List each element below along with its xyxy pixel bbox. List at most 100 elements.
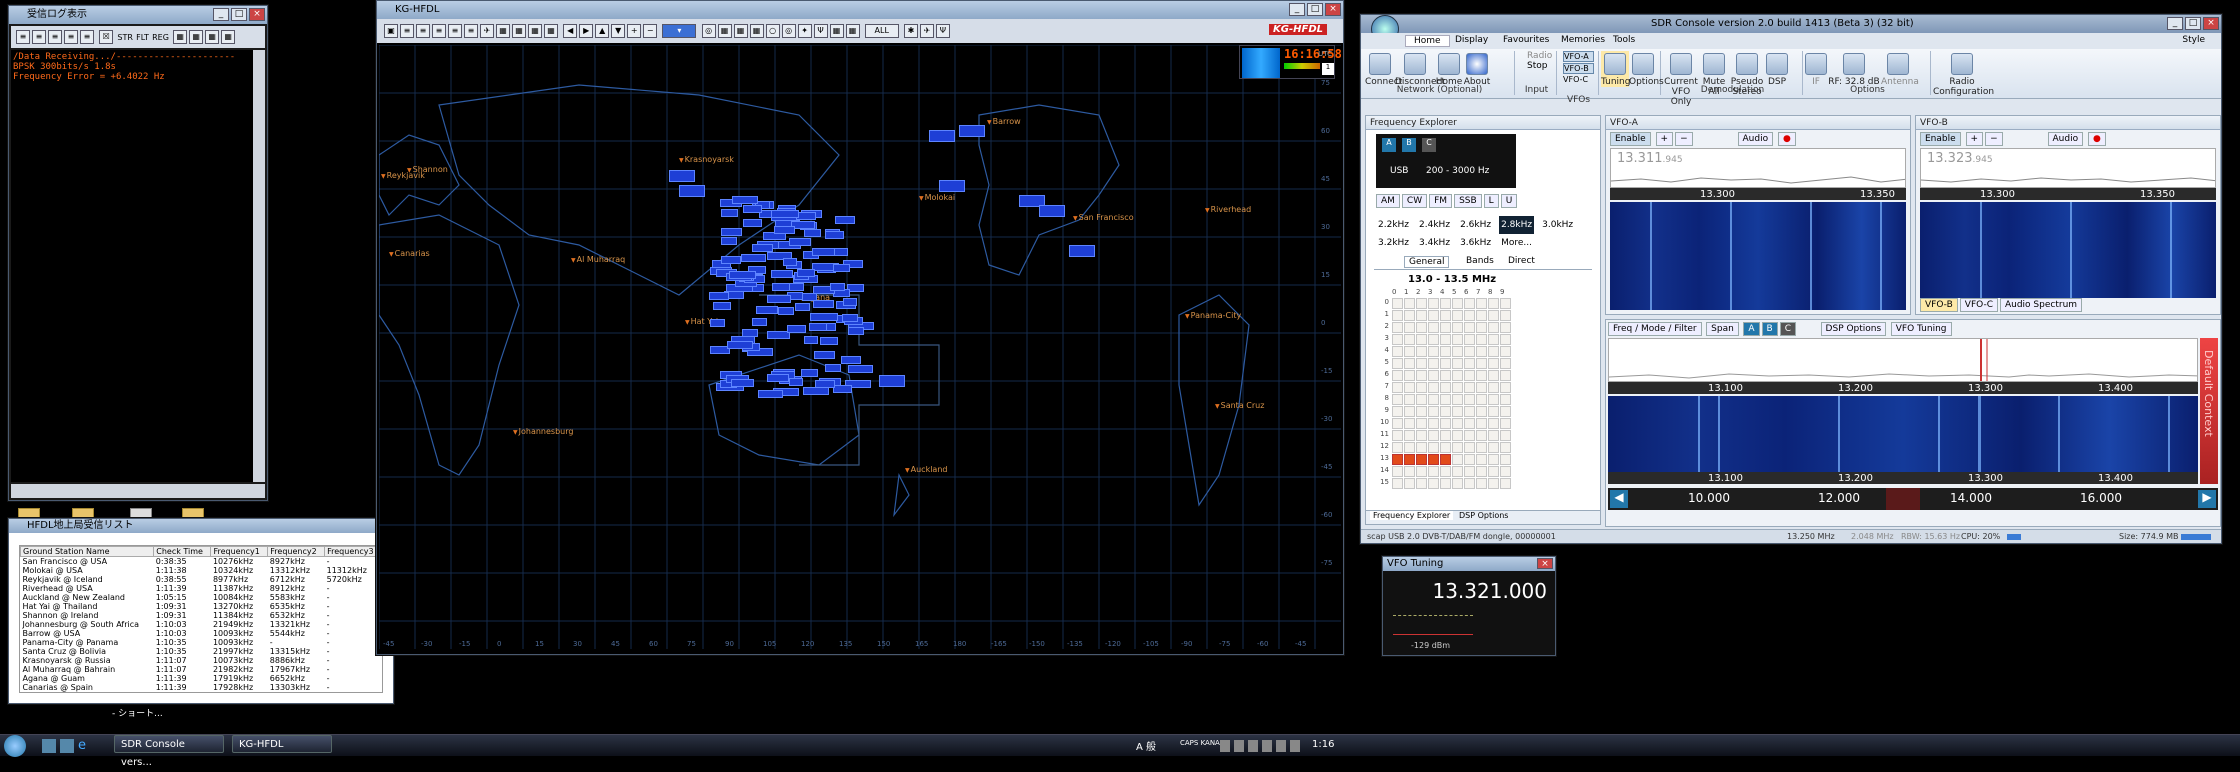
grid-cell[interactable] (1416, 334, 1427, 345)
filter-button[interactable]: 2.2kHz (1376, 216, 1411, 234)
check-icon[interactable]: ☒ (99, 30, 113, 44)
quicklaunch-icon[interactable] (60, 739, 74, 753)
zoom-out-icon[interactable]: − (643, 24, 657, 38)
list-icon[interactable]: ≡ (416, 24, 430, 38)
grid-cell[interactable] (1428, 442, 1439, 453)
aircraft-marker[interactable] (767, 295, 791, 303)
table-row[interactable]: Santa Cruz @ Bolivia1:10:3521997kHz13315… (21, 647, 382, 656)
grid-cell[interactable] (1416, 394, 1427, 405)
aircraft-marker[interactable] (843, 298, 857, 306)
rf-gain-button[interactable]: RF: 32.8 dB (1827, 51, 1881, 87)
table-row[interactable]: Panama-City @ Panama1:10:3510093kHz-- (21, 638, 382, 647)
city-label-molokai[interactable]: Molokai (919, 193, 955, 202)
tab-display[interactable]: Display (1449, 35, 1494, 45)
tuning-frequency[interactable]: 13.321.000 (1391, 579, 1547, 603)
enable-button[interactable]: Enable (1610, 132, 1651, 146)
audio-button[interactable]: Audio (2048, 132, 2084, 146)
aircraft-marker[interactable] (789, 238, 811, 246)
grid-cell[interactable] (1452, 334, 1463, 345)
aircraft-marker[interactable] (796, 212, 816, 220)
grid-cell[interactable] (1452, 418, 1463, 429)
band-scale[interactable]: ◀ 10.000 12.000 14.000 16.000 ▶ (1608, 488, 2218, 510)
grid-cell[interactable] (1440, 298, 1451, 309)
tab-home[interactable]: Home (1405, 35, 1450, 47)
grid-cell[interactable] (1500, 298, 1511, 309)
column-header[interactable]: Check Time (154, 547, 211, 557)
plus-button[interactable]: + (1966, 132, 1984, 146)
grid-cell[interactable] (1452, 406, 1463, 417)
scroll-left-button[interactable]: ◀ (1610, 490, 1628, 508)
grid-cell[interactable] (1416, 466, 1427, 477)
grid-cell[interactable] (1416, 322, 1427, 333)
grid-cell[interactable] (1488, 382, 1499, 393)
aircraft-marker[interactable] (795, 303, 810, 311)
grid-cell[interactable] (1476, 310, 1487, 321)
list-icon[interactable]: ≡ (432, 24, 446, 38)
table-row[interactable]: Shannon @ Ireland1:09:3111384kHz6532kHz- (21, 611, 382, 620)
grid-cell[interactable] (1392, 298, 1403, 309)
span-button[interactable]: Span (1706, 322, 1739, 336)
aircraft-marker[interactable] (835, 216, 855, 224)
city-label-johannesburg[interactable]: Johannesburg (513, 427, 573, 436)
aircraft-marker[interactable] (709, 292, 729, 300)
current-vfo-only-button[interactable]: Current VFO Only (1663, 51, 1699, 107)
clock[interactable]: 1:16 (1312, 739, 1334, 750)
aircraft-marker[interactable] (721, 228, 742, 236)
aircraft-marker[interactable] (741, 254, 766, 262)
aircraft-marker[interactable] (834, 248, 848, 256)
aircraft-marker[interactable] (710, 319, 725, 327)
grid-cell[interactable] (1488, 298, 1499, 309)
grid-cell[interactable] (1404, 394, 1415, 405)
grid-cell[interactable] (1452, 346, 1463, 357)
grid-cell[interactable] (1500, 358, 1511, 369)
vfo-b-spectrum[interactable]: 13.323.945 (1920, 148, 2216, 188)
grid-cell[interactable] (1416, 346, 1427, 357)
grid-cell[interactable] (1476, 394, 1487, 405)
aircraft-marker[interactable] (752, 318, 767, 326)
aircraft-marker[interactable] (669, 170, 695, 182)
aircraft-marker[interactable] (752, 244, 773, 252)
grid-cell[interactable] (1392, 466, 1403, 477)
city-label-san-francisco[interactable]: San Francisco (1073, 213, 1134, 222)
grid-cell[interactable] (1476, 334, 1487, 345)
grid-cell[interactable] (1428, 382, 1439, 393)
grid-cell[interactable] (1416, 454, 1427, 465)
city-label-al-muharraq[interactable]: Al Muharraq (571, 255, 625, 264)
filter-button[interactable]: 3.2kHz (1376, 234, 1411, 252)
home-button[interactable]: Home (1435, 51, 1463, 87)
grid-cell[interactable] (1392, 418, 1403, 429)
vfo-tuning-button[interactable]: VFO Tuning (1891, 322, 1952, 336)
settings-icon[interactable]: ✱ (904, 24, 918, 38)
grid-cell[interactable] (1440, 454, 1451, 465)
aircraft-marker[interactable] (804, 229, 821, 237)
city-label-riverhead[interactable]: Riverhead (1205, 205, 1251, 214)
grid-cell[interactable] (1488, 346, 1499, 357)
city-label-krasnoyarsk[interactable]: Krasnoyarsk (679, 155, 734, 164)
grid-cell[interactable] (1392, 382, 1403, 393)
grid-icon[interactable]: ▦ (750, 24, 764, 38)
grid-cell[interactable] (1500, 418, 1511, 429)
mode-button[interactable]: L (1484, 194, 1499, 208)
grid-cell[interactable] (1464, 406, 1475, 417)
aircraft-marker[interactable] (772, 283, 790, 291)
grid-cell[interactable] (1404, 442, 1415, 453)
freq-mode-filter-button[interactable]: Freq / Mode / Filter (1608, 322, 1702, 336)
aircraft-marker[interactable] (783, 258, 797, 266)
grid-cell[interactable] (1404, 322, 1415, 333)
str-button[interactable]: STR (117, 33, 133, 42)
taskbar-item-sdr[interactable]: SDR Console vers... (114, 735, 224, 753)
close-button[interactable]: × (249, 8, 265, 21)
grid-cell[interactable] (1476, 298, 1487, 309)
grid-cell[interactable] (1392, 310, 1403, 321)
style-menu[interactable]: Style (2182, 35, 2205, 45)
grid-cell[interactable] (1464, 418, 1475, 429)
vfo-b-waterfall[interactable] (1920, 202, 2216, 298)
channel-dropdown[interactable]: 1 (1322, 63, 1334, 75)
grid-cell[interactable] (1452, 466, 1463, 477)
aircraft-marker[interactable] (804, 336, 818, 344)
grid-cell[interactable] (1392, 346, 1403, 357)
grid-icon[interactable]: ▦ (496, 24, 510, 38)
close-button[interactable]: × (1325, 3, 1341, 16)
filter-button[interactable]: 2.4kHz (1417, 216, 1452, 234)
satellite-icon[interactable]: ✦ (798, 24, 812, 38)
